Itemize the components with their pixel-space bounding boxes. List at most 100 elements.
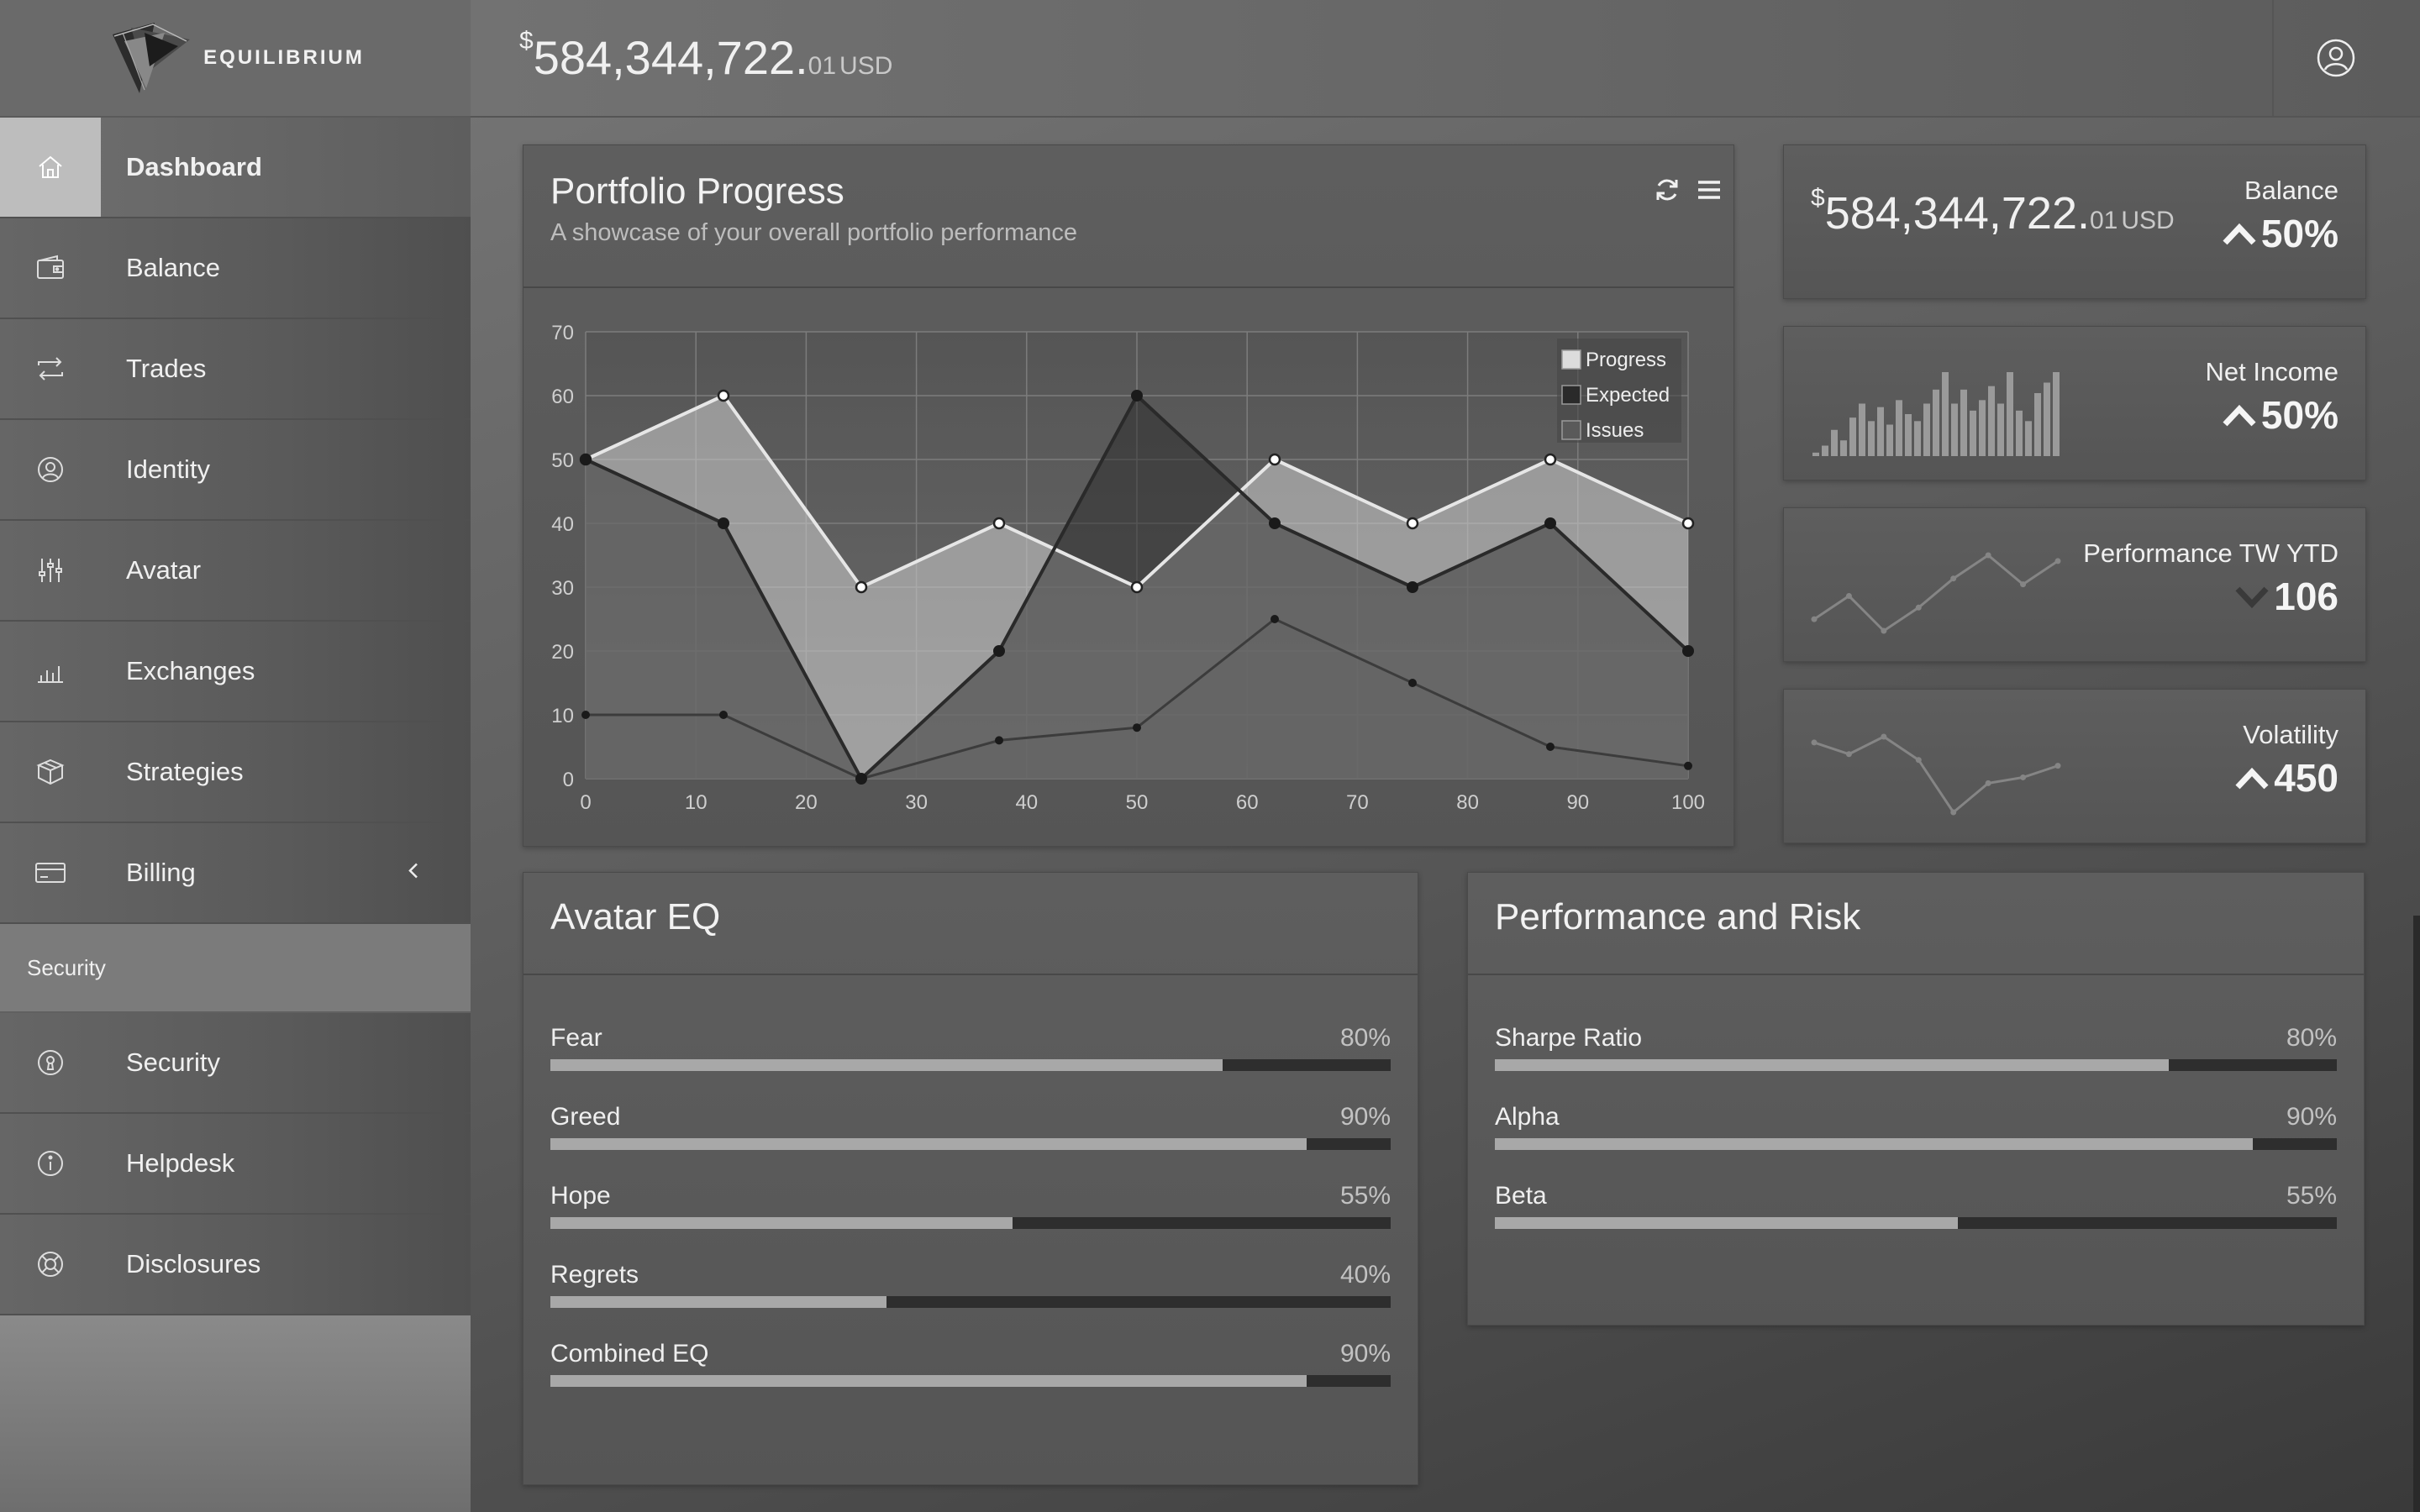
stat-label: Net Income xyxy=(2205,357,2338,386)
progress-label: Greed xyxy=(550,1103,621,1131)
spark-point xyxy=(1881,733,1887,740)
spark-line xyxy=(1813,735,2059,815)
top-bar: $584,344,722.01 USD xyxy=(471,0,2420,118)
spark-bar xyxy=(1997,403,2004,456)
spark-point xyxy=(2020,774,2027,780)
sidebar-item-balance[interactable]: Balance xyxy=(0,218,471,319)
expected-point xyxy=(1407,581,1418,593)
sidebar-item-label: Trades xyxy=(126,354,207,383)
spark-bar xyxy=(1812,452,1819,456)
progress-fill xyxy=(550,1217,1013,1229)
sidebar-item-dashboard[interactable]: Dashboard xyxy=(0,118,471,218)
y-tick-label: 20 xyxy=(551,641,574,664)
progress-percent: 80% xyxy=(2286,1024,2337,1052)
issues-point xyxy=(1270,615,1279,623)
sidebar-item-label: Disclosures xyxy=(126,1249,261,1278)
user-profile-button[interactable] xyxy=(2272,0,2398,116)
panel-divider xyxy=(523,974,1418,975)
chevron-down-icon xyxy=(2235,586,2269,609)
panel-title: Avatar EQ xyxy=(550,896,721,937)
bar-chart-icon xyxy=(0,622,101,721)
expected-point xyxy=(718,517,729,529)
sidebar-item-security[interactable]: Security xyxy=(0,1013,471,1114)
sidebar-item-trades[interactable]: Trades xyxy=(0,319,471,420)
stat-value-text: 106 xyxy=(2274,575,2338,618)
chevron-up-icon xyxy=(2223,223,2256,245)
panel-title: Performance and Risk xyxy=(1495,896,1861,937)
progress-track xyxy=(1495,1059,2337,1071)
panel-title: Portfolio Progress xyxy=(550,171,844,212)
page-scrollbar[interactable] xyxy=(2413,916,2420,1512)
spark-bar xyxy=(2016,410,2023,456)
y-tick-label: 50 xyxy=(551,449,574,472)
progress-percent: 90% xyxy=(1339,1103,1391,1131)
y-tick-label: 60 xyxy=(551,386,574,408)
sidebar-item-label: Strategies xyxy=(126,757,244,786)
progress-point xyxy=(1406,517,1419,530)
refresh-icon[interactable] xyxy=(1653,176,1681,208)
sidebar-item-exchanges[interactable]: Exchanges xyxy=(0,622,471,722)
expected-point xyxy=(580,454,592,465)
x-tick-label: 50 xyxy=(1126,791,1149,814)
spark-bar xyxy=(1960,389,1967,456)
spark-point xyxy=(1915,757,1922,764)
sliders-icon xyxy=(0,521,101,620)
progress-track xyxy=(550,1296,1391,1308)
sidebar-item-label: Dashboard xyxy=(126,152,262,181)
spark-point xyxy=(1845,751,1852,758)
sidebar-item-label: Avatar xyxy=(126,555,202,585)
progress-track xyxy=(1495,1138,2337,1150)
panel-divider xyxy=(1468,974,2364,975)
sidebar-item-identity[interactable]: Identity xyxy=(0,420,471,521)
sidebar-item-billing[interactable]: Billing xyxy=(0,823,471,924)
balance-cents: 01 xyxy=(2090,207,2118,234)
panel-divider xyxy=(523,286,1733,288)
stat-value-text: 450 xyxy=(2274,756,2338,800)
sidebar-item-avatar[interactable]: Avatar xyxy=(0,521,471,622)
spark-point xyxy=(1950,575,1957,582)
spark-line xyxy=(1813,554,2059,633)
spark-point xyxy=(1915,604,1922,611)
progress-row-alpha: Alpha 90% xyxy=(1495,1103,2337,1170)
spark-bar xyxy=(1942,372,1949,456)
progress-point xyxy=(992,517,1006,530)
expected-point xyxy=(1544,517,1556,529)
spark-bar xyxy=(1933,389,1939,456)
x-tick-label: 10 xyxy=(685,791,708,814)
progress-point xyxy=(1544,453,1557,466)
progress-track xyxy=(550,1375,1391,1387)
performance-risk-panel: Performance and Risk Sharpe Ratio 80% Al… xyxy=(1467,872,2365,1326)
sidebar-item-label: Identity xyxy=(126,454,210,484)
legend-label: Issues xyxy=(1586,419,1644,442)
spark-point xyxy=(2020,581,2027,588)
brand-name: EQUILIBRIUM xyxy=(203,46,365,69)
progress-row-sharpe-ratio: Sharpe Ratio 80% xyxy=(1495,1024,2337,1091)
progress-percent: 80% xyxy=(1339,1024,1391,1052)
spark-bar xyxy=(1859,403,1865,456)
sidebar-item-label: Exchanges xyxy=(126,656,255,685)
chevron-left-icon[interactable] xyxy=(407,861,420,885)
x-tick-label: 100 xyxy=(1671,791,1705,814)
lifebuoy-icon xyxy=(0,1215,101,1314)
stat-balance-amount: $584,344,722.01 USD xyxy=(1811,184,2175,239)
sidebar: EQUILIBRIUM Dashboard Balance Trades Ide… xyxy=(0,0,471,1512)
spark-point xyxy=(1985,552,1991,559)
progress-percent: 90% xyxy=(2286,1103,2337,1131)
sidebar-item-strategies[interactable]: Strategies xyxy=(0,722,471,823)
expected-point xyxy=(1269,517,1281,529)
legend-swatch xyxy=(1561,420,1581,440)
sidebar-footer xyxy=(0,1315,471,1512)
user-icon xyxy=(2317,39,2355,77)
logo[interactable]: EQUILIBRIUM xyxy=(0,0,471,118)
sidebar-item-helpdesk[interactable]: Helpdesk xyxy=(0,1114,471,1215)
hamburger-menu-icon[interactable] xyxy=(1695,176,1723,208)
progress-label: Hope xyxy=(550,1182,611,1210)
sidebar-item-disclosures[interactable]: Disclosures xyxy=(0,1215,471,1315)
stat-card-performance: Performance TW YTD 106 xyxy=(1783,507,2366,662)
legend-swatch xyxy=(1561,385,1581,405)
spark-bar xyxy=(2034,393,2041,456)
stat-card-balance: $584,344,722.01 USD Balance 50% xyxy=(1783,144,2366,299)
stat-value-text: 50% xyxy=(2260,212,2338,255)
stat-value: 450 xyxy=(2233,755,2338,801)
progress-fill xyxy=(550,1059,1223,1071)
